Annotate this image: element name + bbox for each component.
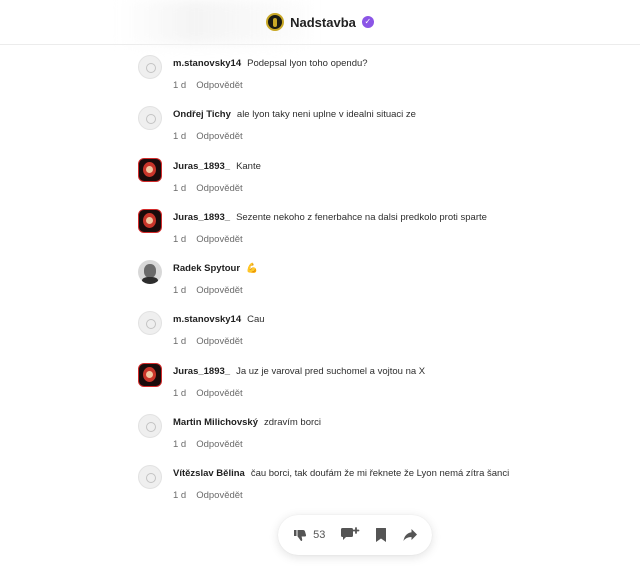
comment-timestamp: 1 d bbox=[173, 439, 187, 451]
channel-name: Nadstavba bbox=[290, 14, 356, 30]
comment-item: Vítězslav Bělina čau borci, tak doufám že… bbox=[138, 465, 608, 516]
channel-brand[interactable]: Nadstavba ✓ bbox=[266, 13, 374, 31]
avatar[interactable] bbox=[138, 311, 162, 336]
avatar[interactable] bbox=[138, 106, 162, 131]
comment-item: m.stanovsky14 Cau 1 d Odpovědět bbox=[138, 311, 608, 362]
avatar[interactable] bbox=[138, 208, 162, 233]
avatar[interactable] bbox=[138, 465, 162, 490]
comment-author[interactable]: Juras_1893_ bbox=[173, 212, 230, 223]
channel-header: Nadstavba ✓ bbox=[0, 0, 640, 45]
channel-logo-icon bbox=[266, 13, 285, 31]
like-count: 53 bbox=[313, 529, 326, 541]
comment-author[interactable]: Radek Spytour bbox=[173, 263, 240, 274]
comment-text: ale lyon taky neni uplne v idealni situa… bbox=[236, 109, 416, 121]
comment-timestamp: 1 d bbox=[173, 131, 187, 143]
comment-timestamp: 1 d bbox=[173, 387, 187, 399]
add-comment-icon bbox=[340, 527, 359, 540]
comment-author[interactable]: Martin Milichovský bbox=[173, 417, 258, 428]
avatar[interactable] bbox=[138, 55, 162, 79]
comment-timestamp: 1 d bbox=[173, 233, 187, 245]
comment-timestamp: 1 d bbox=[173, 336, 187, 348]
reply-link[interactable]: Odpovědět bbox=[196, 234, 242, 245]
comment-item: Ondřej Tichy ale lyon taky neni uplne v i… bbox=[138, 106, 608, 157]
comment-timestamp: 1 d bbox=[173, 80, 187, 91]
action-bar: 53 bbox=[278, 515, 432, 555]
reply-link[interactable]: Odpovědět bbox=[196, 285, 242, 296]
comment-list: m.stanovsky14 Podepsal lyon toho opendu? 1… bbox=[138, 55, 608, 517]
reaction-button[interactable]: 53 bbox=[292, 527, 325, 543]
bookmark-icon bbox=[375, 528, 386, 542]
bookmark-button[interactable] bbox=[374, 527, 388, 543]
comment-item: Radek Spytour 💪 1 d Odpovědět bbox=[138, 260, 608, 311]
add-comment-button[interactable] bbox=[340, 527, 360, 543]
comment-text: čau borci, tak doufám že mi řeknete že L… bbox=[250, 468, 510, 480]
comment-item: Martin Milichovský zdravím borci 1 d Odpově… bbox=[138, 414, 608, 465]
comment-timestamp: 1 d bbox=[173, 490, 187, 502]
comment-text: Podepsal lyon toho opendu? bbox=[247, 58, 368, 69]
comment-author[interactable]: Juras_1893_ bbox=[173, 366, 230, 377]
comment-text: Ja uz je varoval pred suchomel a vojtou … bbox=[236, 365, 426, 377]
comment-author[interactable]: Juras_1893_ bbox=[173, 161, 230, 172]
comment-author[interactable]: m.stanovsky14 bbox=[173, 314, 241, 325]
reply-link[interactable]: Odpovědět bbox=[196, 490, 242, 501]
comment-item: m.stanovsky14 Podepsal lyon toho opendu? 1… bbox=[138, 55, 608, 106]
reply-link[interactable]: Odpovědět bbox=[196, 388, 242, 399]
thumbs-down-icon bbox=[294, 530, 307, 541]
share-button[interactable] bbox=[402, 527, 418, 543]
verified-badge-icon: ✓ bbox=[361, 16, 374, 28]
comment-text: 💪 bbox=[246, 263, 258, 275]
comment-text: Sezente nekoho z fenerbahce na dalsi pre… bbox=[236, 211, 487, 223]
reply-link[interactable]: Odpovědět bbox=[196, 131, 242, 142]
avatar[interactable] bbox=[138, 414, 162, 439]
comment-item: Juras_1893_ Ja uz je varoval pred suchome… bbox=[138, 362, 608, 414]
reply-link[interactable]: Odpovědět bbox=[196, 183, 242, 194]
reply-link[interactable]: Odpovědět bbox=[196, 80, 242, 91]
comment-timestamp: 1 d bbox=[173, 182, 187, 194]
comment-timestamp: 1 d bbox=[173, 285, 187, 297]
avatar[interactable] bbox=[138, 157, 162, 182]
comment-text: zdravím borci bbox=[264, 417, 322, 429]
comment-author[interactable]: Vítězslav Bělina bbox=[173, 468, 245, 479]
reply-link[interactable]: Odpovědět bbox=[196, 439, 242, 450]
comment-author[interactable]: Ondřej Tichy bbox=[173, 109, 231, 120]
comment-author[interactable]: m.stanovsky14 bbox=[173, 58, 241, 69]
avatar[interactable] bbox=[138, 362, 162, 387]
comment-item: Juras_1893_ Sezente nekoho z fenerbahce n… bbox=[138, 208, 608, 260]
comment-text: Kante bbox=[236, 160, 261, 172]
share-icon bbox=[403, 529, 417, 541]
comment-item: Juras_1893_ Kante 1 d Odpovědět bbox=[138, 157, 608, 209]
comment-text: Cau bbox=[247, 314, 265, 326]
avatar[interactable] bbox=[138, 260, 162, 285]
reply-link[interactable]: Odpovědět bbox=[196, 336, 242, 347]
